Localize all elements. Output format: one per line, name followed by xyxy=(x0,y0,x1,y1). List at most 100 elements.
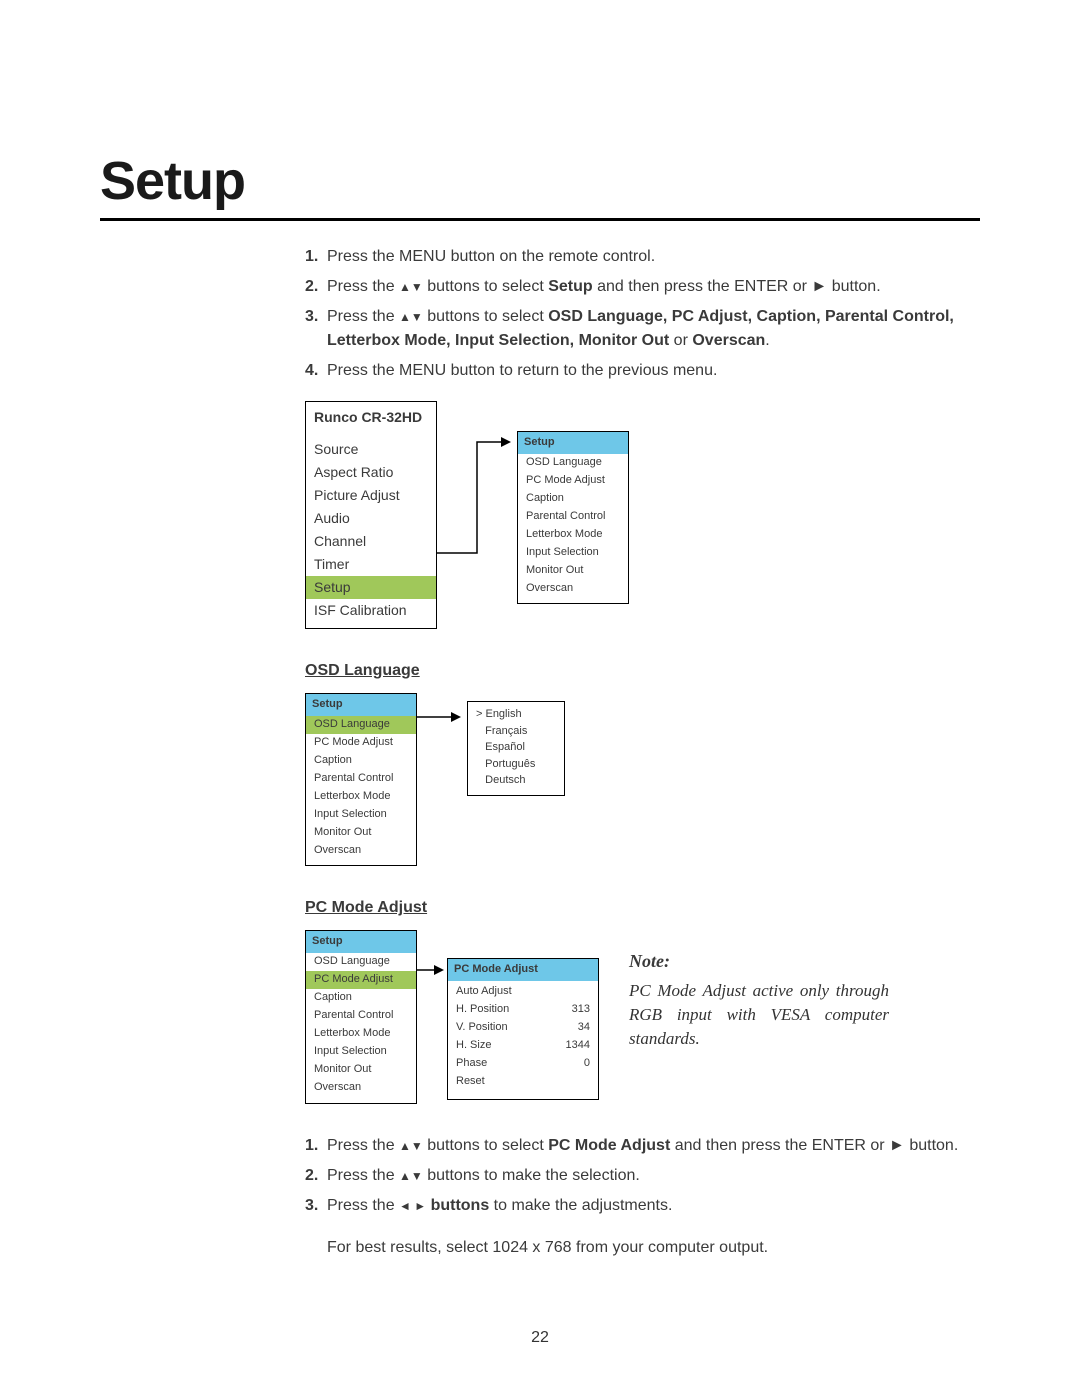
manual-page: Setup 1. Press the MENU button on the re… xyxy=(0,0,1080,1397)
osd-setup-menu-box: Setup OSD LanguagePC Mode AdjustCaptionP… xyxy=(305,693,417,866)
connector-arrow-icon xyxy=(417,693,467,723)
submenu-item: Parental Control xyxy=(518,508,628,526)
step-text: Press the MENU button to return to the p… xyxy=(327,362,717,379)
pc-adjust-row: Phase 0 xyxy=(448,1055,598,1073)
pc-box-header: PC Mode Adjust xyxy=(448,959,598,981)
step-number: 1. xyxy=(305,1134,318,1158)
language-item: Deutsch xyxy=(476,772,556,789)
submenu-item: Parental Control xyxy=(306,1007,416,1025)
submenu-item: Parental Control xyxy=(306,770,416,788)
submenu-item: OSD Language xyxy=(306,953,416,971)
page-number: 22 xyxy=(0,1329,1080,1347)
pc-step-2: 2. Press the ▲▼ buttons to make the sele… xyxy=(305,1164,980,1188)
step-text: and then press the ENTER or ► button. xyxy=(670,1137,958,1154)
submenu-item: Letterbox Mode xyxy=(306,788,416,806)
submenu-item: Letterbox Mode xyxy=(306,1025,416,1043)
submenu-item: PC Mode Adjust xyxy=(306,971,416,989)
pc-adjust-row: Reset xyxy=(448,1073,598,1091)
step-text: or xyxy=(669,332,692,349)
step-text: buttons to select xyxy=(423,278,548,295)
step-text: . xyxy=(765,332,769,349)
step-bold: buttons xyxy=(426,1197,489,1214)
step-text: Press the xyxy=(327,1197,399,1214)
submenu-item: Caption xyxy=(306,752,416,770)
pc-row-key: H. Position xyxy=(456,1002,509,1018)
up-down-icon: ▲▼ xyxy=(399,1140,423,1152)
content-column: 1. Press the MENU button on the remote c… xyxy=(305,245,980,1260)
step-1: 1. Press the MENU button on the remote c… xyxy=(305,245,980,269)
pc-step-3: 3. Press the ◄ ► buttons to make the adj… xyxy=(305,1194,980,1218)
pc-setup-menu-box: Setup OSD LanguagePC Mode AdjustCaptionP… xyxy=(305,930,417,1103)
setup-submenu-box: Setup OSD LanguagePC Mode AdjustCaptionP… xyxy=(517,431,629,604)
up-down-icon: ▲▼ xyxy=(399,281,423,293)
language-item: Français xyxy=(476,723,556,740)
connector-arrow-icon xyxy=(437,401,517,601)
submenu-item: Monitor Out xyxy=(518,562,628,580)
step-2: 2. Press the ▲▼ buttons to select Setup … xyxy=(305,275,980,299)
step-bold: Overscan xyxy=(692,332,765,349)
pc-adjust-row: V. Position 34 xyxy=(448,1019,598,1037)
pc-row-key: H. Size xyxy=(456,1038,491,1054)
step-number: 3. xyxy=(305,305,318,329)
submenu-item: OSD Language xyxy=(518,454,628,472)
pc-mode-steps: 1. Press the ▲▼ buttons to select PC Mod… xyxy=(305,1134,980,1218)
pc-row-key: Reset xyxy=(456,1074,485,1090)
submenu-header: Setup xyxy=(518,432,628,454)
pc-adjust-row: H. Size 1344 xyxy=(448,1037,598,1055)
submenu-item: Monitor Out xyxy=(306,1061,416,1079)
step-number: 3. xyxy=(305,1194,318,1218)
step-4: 4. Press the MENU button to return to th… xyxy=(305,359,980,383)
submenu-item: Input Selection xyxy=(518,544,628,562)
main-menu-item: Setup xyxy=(306,576,436,599)
submenu-header: Setup xyxy=(306,931,416,953)
step-text: to make the adjustments. xyxy=(489,1197,672,1214)
language-item: Português xyxy=(476,756,556,773)
step-number: 4. xyxy=(305,359,318,383)
step-text: Press the xyxy=(327,1167,399,1184)
step-bold: PC Mode Adjust xyxy=(548,1137,670,1154)
main-menu-box: Runco CR-32HD SourceAspect RatioPicture … xyxy=(305,401,437,629)
step-number: 1. xyxy=(305,245,318,269)
menu-diagram: Runco CR-32HD SourceAspect RatioPicture … xyxy=(305,401,980,629)
main-menu-item: Channel xyxy=(306,530,436,553)
main-menu-item: ISF Calibration xyxy=(306,599,436,622)
step-text: buttons to select xyxy=(423,1137,548,1154)
pc-row-value: 0 xyxy=(584,1056,590,1072)
page-title: Setup xyxy=(100,150,980,212)
step-text: and then press the ENTER or ► button. xyxy=(593,278,881,295)
osd-diagram: Setup OSD LanguagePC Mode AdjustCaptionP… xyxy=(305,693,980,866)
pc-row-key: Auto Adjust xyxy=(456,984,512,1000)
submenu-item: Overscan xyxy=(306,842,416,860)
submenu-item: Monitor Out xyxy=(306,824,416,842)
submenu-item: Input Selection xyxy=(306,1043,416,1061)
step-text: Press the xyxy=(327,278,399,295)
submenu-item: Input Selection xyxy=(306,806,416,824)
pc-row-value: 34 xyxy=(578,1020,590,1036)
pc-mode-adjust-box: PC Mode Adjust Auto AdjustH. Position313… xyxy=(447,958,599,1100)
main-menu-item: Audio xyxy=(306,507,436,530)
step-number: 2. xyxy=(305,275,318,299)
step-text: Press the MENU button on the remote cont… xyxy=(327,248,655,265)
step-text: Press the xyxy=(327,308,399,325)
step-text: Press the xyxy=(327,1137,399,1154)
pc-row-key: Phase xyxy=(456,1056,487,1072)
up-down-icon: ▲▼ xyxy=(399,1170,423,1182)
title-rule xyxy=(100,218,980,221)
note-text: PC Mode Adjust active only through RGB i… xyxy=(629,979,889,1050)
language-list-box: > English Français Español Português Deu… xyxy=(467,701,565,796)
pc-adjust-row: H. Position313 xyxy=(448,1001,598,1019)
submenu-item: PC Mode Adjust xyxy=(518,472,628,490)
osd-language-heading: OSD Language xyxy=(305,659,980,683)
main-menu-item: Aspect Ratio xyxy=(306,461,436,484)
pc-row-value: 1344 xyxy=(566,1038,590,1054)
submenu-item: Overscan xyxy=(518,580,628,598)
pc-row-key: V. Position xyxy=(456,1020,508,1036)
step-text: buttons to select xyxy=(423,308,548,325)
submenu-item: OSD Language xyxy=(306,716,416,734)
pc-diagram: Setup OSD LanguagePC Mode AdjustCaptionP… xyxy=(305,930,980,1103)
step-text: buttons to make the selection. xyxy=(423,1167,640,1184)
step-number: 2. xyxy=(305,1164,318,1188)
pc-step-1: 1. Press the ▲▼ buttons to select PC Mod… xyxy=(305,1134,980,1158)
step-3: 3. Press the ▲▼ buttons to select OSD La… xyxy=(305,305,980,353)
setup-steps: 1. Press the MENU button on the remote c… xyxy=(305,245,980,383)
